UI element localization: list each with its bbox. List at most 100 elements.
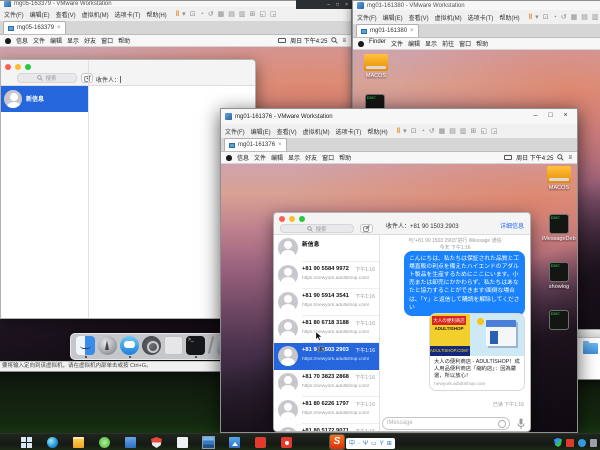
fullscreen-icon[interactable]: ⊞ <box>250 11 256 18</box>
tab-close-icon[interactable]: × <box>410 28 414 34</box>
menu-item[interactable]: 编辑(E) <box>30 10 50 19</box>
details-link[interactable]: 详细信息 <box>500 221 524 230</box>
menu-item[interactable]: 查看(V) <box>409 13 429 22</box>
pause-button[interactable]: ‖ <box>176 11 178 18</box>
traffic-lights[interactable] <box>279 216 305 222</box>
system-preferences-icon[interactable] <box>142 336 161 355</box>
thumbnail-view-icon[interactable]: ▥ <box>592 14 599 21</box>
pause-caret-icon[interactable]: ▾ <box>535 14 539 21</box>
minimize-icon[interactable] <box>289 216 295 222</box>
console-view-icon[interactable]: ▤ <box>228 11 235 18</box>
snapshot-icon[interactable]: ◔ <box>553 14 557 21</box>
notification-center-icon[interactable]: ≡ <box>342 38 346 44</box>
mac-menu-item[interactable]: 显示 <box>67 36 79 45</box>
mac-menu-item[interactable]: Finder <box>369 39 386 48</box>
apple-icon[interactable] <box>226 155 232 161</box>
red-tray-icon[interactable] <box>566 439 574 447</box>
launchpad-icon[interactable] <box>98 336 117 355</box>
chinese-mode-icon[interactable]: 中 <box>349 441 355 447</box>
mac-menu-item[interactable]: 好友 <box>305 153 317 162</box>
finder-window-fragment[interactable] <box>577 329 600 379</box>
zoom-icon[interactable] <box>299 216 305 222</box>
ctrl-alt-del-icon[interactable]: ⊡ <box>190 11 196 18</box>
link-preview-card[interactable]: 大人の便利商店 ADULTISHOP ADULTISHOP.COM！ 大人の便利… <box>429 313 525 391</box>
manage-snapshots-icon[interactable]: ▦ <box>571 14 578 21</box>
mac-menu-item[interactable]: 帮助 <box>476 39 488 48</box>
spotlight-icon[interactable] <box>331 37 338 44</box>
start-button[interactable] <box>20 436 33 449</box>
defender-shield-icon[interactable] <box>554 438 562 447</box>
revert-snapshot-icon[interactable]: ↺ <box>561 14 567 21</box>
menu-item[interactable]: 帮助(H) <box>146 10 166 19</box>
white-app-icon[interactable] <box>176 436 189 449</box>
pause-caret-icon[interactable]: ▾ <box>403 128 407 135</box>
menubar-clock[interactable]: 周日 下午4:25 <box>290 36 327 45</box>
menu-item[interactable]: 编辑(E) <box>383 13 403 22</box>
pause-button[interactable]: ‖ <box>397 128 399 135</box>
menu-item[interactable]: 虚拟机(M) <box>82 10 109 19</box>
fullscreen-icon[interactable]: ⊞ <box>471 128 477 135</box>
close-icon[interactable] <box>279 216 285 222</box>
edge-icon[interactable] <box>46 436 59 449</box>
security-shield-icon[interactable] <box>150 436 163 449</box>
zoom-icon[interactable] <box>25 64 31 70</box>
finder-icon[interactable] <box>76 336 95 355</box>
minimize-icon[interactable] <box>15 64 21 70</box>
menu-item[interactable]: 选项卡(T) <box>468 13 494 22</box>
mac-menu-item[interactable]: 文件 <box>391 39 403 48</box>
desktop-icon[interactable]: EXEC showlog <box>542 262 576 310</box>
menu-item[interactable]: 帮助(H) <box>367 127 387 136</box>
conversation-item[interactable]: 新信息 <box>1 86 88 112</box>
imessage-input[interactable]: iMessage <box>382 417 510 430</box>
manage-snapshots-icon[interactable]: ▦ <box>218 11 225 18</box>
menu-item[interactable]: 文件(F) <box>4 10 24 19</box>
sogou-logo-icon[interactable]: S <box>330 435 344 449</box>
messages-icon[interactable] <box>120 336 139 355</box>
mac-menu-item[interactable]: 文件 <box>254 153 266 162</box>
mac-menu-item[interactable]: 显示 <box>288 153 300 162</box>
file-explorer-icon[interactable] <box>72 436 85 449</box>
menu-item[interactable]: 文件(F) <box>357 13 377 22</box>
conversation-item[interactable]: +81 80 6718 3188 下午1:16 https://newyork.… <box>274 316 379 343</box>
mac-menu-item[interactable]: 好友 <box>84 36 96 45</box>
mac-menu-item[interactable]: 信息 <box>16 36 28 45</box>
pause-caret-icon[interactable]: ▾ <box>182 11 186 18</box>
menu-item[interactable]: 虚拟机(M) <box>303 127 330 136</box>
compose-button[interactable] <box>360 224 373 233</box>
vm-tab[interactable]: mg01-161376 × <box>224 138 287 151</box>
maximize-button[interactable]: □ <box>543 109 558 124</box>
menu-item[interactable]: 虚拟机(M) <box>435 13 462 22</box>
search-input[interactable]: 搜索 <box>280 224 354 233</box>
dock-divider[interactable] <box>208 336 214 354</box>
minimize-icon[interactable]: – <box>327 2 330 8</box>
ctrl-alt-del-icon[interactable]: ⊡ <box>411 128 417 135</box>
conversation-item[interactable]: 新信息 <box>274 235 379 262</box>
toolbox-icon[interactable]: Y <box>380 441 384 447</box>
desktop-icon[interactable]: MACOS <box>542 166 576 214</box>
vm-tab[interactable]: mg01-161380 × <box>356 24 419 37</box>
menu-item[interactable]: 帮助(H) <box>499 13 519 22</box>
apple-icon[interactable] <box>358 41 364 47</box>
tab-close-icon[interactable]: × <box>57 25 61 31</box>
revert-snapshot-icon[interactable]: ↺ <box>429 128 435 135</box>
close-button[interactable]: × <box>558 109 573 124</box>
external-display-icon[interactable]: ◲ <box>270 11 277 18</box>
mic-icon[interactable]: Ψ <box>363 441 368 447</box>
conversation-item[interactable]: +81 90 5914 3541 下午1:16 https://newyork.… <box>274 289 379 316</box>
terminal-icon[interactable] <box>186 336 205 355</box>
snapshot-icon[interactable]: ◔ <box>200 11 204 18</box>
gray-tray-icon[interactable] <box>590 439 597 447</box>
punctuation-icon[interactable]: · <box>358 441 360 447</box>
folder-icon[interactable] <box>583 343 598 354</box>
red-app-icon-1[interactable] <box>254 436 267 449</box>
menubar-clock[interactable]: 周日 下午4:25 <box>516 153 553 162</box>
tab-close-icon[interactable]: × <box>278 142 282 148</box>
search-input[interactable]: 搜索 <box>17 73 77 83</box>
compose-button[interactable] <box>81 73 93 83</box>
to-field[interactable]: 收件人： <box>96 75 121 84</box>
mac-menu-item[interactable]: 帮助 <box>118 36 130 45</box>
menu-item[interactable]: 查看(V) <box>277 127 297 136</box>
conversation-item[interactable]: +81 80 5172 9071 下午1:16 https://newyork.… <box>274 424 379 431</box>
spotlight-icon[interactable] <box>557 154 564 161</box>
vmware-window-center[interactable]: mg01-161376 - VMware Workstation – □ × 文… <box>220 108 578 433</box>
